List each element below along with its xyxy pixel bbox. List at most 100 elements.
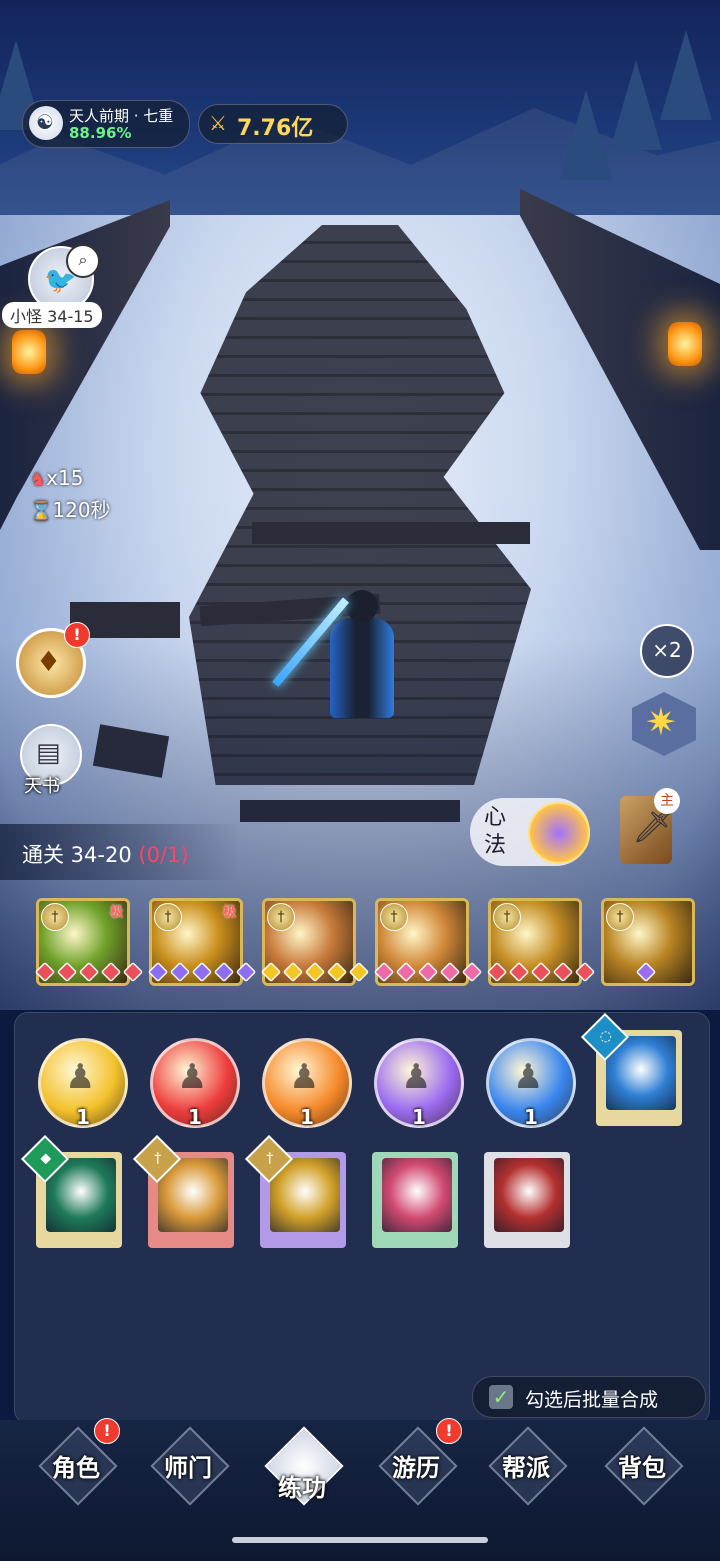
notification-badge: ! (94, 1418, 120, 1444)
xinfa-button[interactable]: 心法 (470, 798, 590, 866)
batch-merge-toggle[interactable]: ✓ 勾选后批量合成 (472, 1376, 706, 1418)
main-tag: 主 (654, 788, 680, 814)
gem-icon (304, 961, 326, 983)
figure-silhouette-icon: ♟ (289, 1057, 320, 1097)
main-weapon-slot[interactable]: 🗡 主 (620, 788, 680, 864)
skill-scroll[interactable] (484, 1152, 570, 1248)
meditation-icon (528, 802, 590, 864)
star-icon: ✷ (645, 700, 677, 744)
gem-icon (552, 961, 574, 983)
tianshu-label: 天书 (24, 776, 60, 797)
pine-tree (560, 90, 612, 180)
skill-scroll[interactable]: ◆ (20, 1134, 122, 1248)
timer: ⌛120秒 (30, 494, 111, 523)
search-icon: ⌕ (66, 244, 100, 278)
skill-scroll[interactable]: † (244, 1134, 346, 1248)
star-gems (34, 961, 144, 983)
monster-count: x15 (46, 466, 84, 490)
orb-count: 1 (412, 1105, 426, 1129)
sword-emblem-icon: † (606, 903, 634, 931)
tab-2[interactable]: 练功 (252, 1426, 352, 1518)
essence-orb[interactable]: ♟ 1 (150, 1038, 240, 1129)
tab-3[interactable]: 游历 (366, 1426, 466, 1518)
star-gems (373, 961, 483, 983)
skill-scroll[interactable]: ◌ (580, 1012, 682, 1126)
notification-badge: ! (64, 622, 90, 648)
orb-count: 1 (188, 1105, 202, 1129)
scroll-art (494, 1158, 564, 1232)
max-level-tag: 极 (222, 905, 236, 920)
tab-label: 练功 (278, 1474, 326, 1502)
sage-icon: ☯ (36, 110, 54, 134)
essence-orb[interactable]: ♟ 1 (262, 1038, 352, 1129)
stage-label: 小怪 34-15 (2, 302, 102, 328)
notification-badge: ! (436, 1418, 462, 1444)
home-indicator[interactable] (232, 1537, 488, 1543)
pine-tree (610, 60, 662, 150)
gem-icon (395, 961, 417, 983)
tab-1[interactable]: 师门 (138, 1426, 238, 1518)
figure-silhouette-icon: ♟ (401, 1057, 432, 1097)
tab-5[interactable]: 背包 (592, 1426, 692, 1518)
money-bag-icon: ♦ (36, 645, 62, 678)
orb-count: 1 (76, 1105, 90, 1129)
stage-progress: 通关 34-20 (0/1) (0, 824, 240, 880)
skill-scroll[interactable]: † (132, 1134, 234, 1248)
batch-merge-label: 勾选后批量合成 (525, 1389, 659, 1411)
gem-icon (282, 961, 304, 983)
gem-icon (100, 961, 122, 983)
realm-progress: 88.96% (69, 124, 132, 142)
checkbox-icon[interactable]: ✓ (489, 1385, 513, 1409)
gem-icon (34, 961, 56, 983)
tab-4[interactable]: 帮派 (476, 1426, 576, 1518)
essence-orb[interactable]: ♟ 1 (374, 1038, 464, 1129)
skill-scroll[interactable] (372, 1152, 458, 1248)
star-gems (260, 961, 370, 983)
player-character (272, 590, 402, 740)
gem-icon (326, 961, 348, 983)
progress-count: (0/1) (138, 843, 189, 867)
orb-count: 1 (300, 1105, 314, 1129)
gem-icon (530, 961, 552, 983)
gem-icon (56, 961, 78, 983)
figure-silhouette-icon: ♟ (513, 1057, 544, 1097)
gem-icon (417, 961, 439, 983)
avatar: ☯ (29, 106, 63, 140)
tab-0[interactable]: 角色 (26, 1426, 126, 1518)
character-head (346, 590, 378, 622)
gem-icon (574, 961, 596, 983)
sword-emblem-icon: † (380, 903, 408, 931)
gem-icon (213, 961, 235, 983)
sword-emblem-icon: † (493, 903, 521, 931)
sword-emblem-icon: † (154, 903, 182, 931)
gem-icon (461, 961, 483, 983)
gem-icon (147, 961, 169, 983)
gem-icon (169, 961, 191, 983)
gem-icon (122, 961, 144, 983)
star-gems (635, 961, 657, 983)
orb-count: 1 (524, 1105, 538, 1129)
essence-orb[interactable]: ♟ 1 (38, 1038, 128, 1129)
gem-icon (260, 961, 282, 983)
demon-icon: ♞ (30, 469, 47, 490)
essence-orb[interactable]: ♟ 1 (486, 1038, 576, 1129)
crossed-swords-icon: ⚔ (209, 111, 227, 135)
tab-label: 师门 (164, 1454, 212, 1482)
speed-toggle-button[interactable]: ×2 (640, 624, 694, 678)
timer-value: 120秒 (52, 498, 111, 522)
gem-icon (439, 961, 461, 983)
progress-prefix: 通关 34-20 (22, 843, 132, 867)
gem-icon (78, 961, 100, 983)
gem-icon (508, 961, 530, 983)
gem-icon (486, 961, 508, 983)
realm-status[interactable]: ☯ 天人前期 · 七重 88.96% (22, 100, 190, 148)
character-body (330, 618, 394, 718)
tab-label: 帮派 (502, 1454, 550, 1482)
tab-label: 背包 (618, 1454, 666, 1482)
lantern-icon (12, 330, 46, 374)
figure-silhouette-icon: ♟ (65, 1057, 96, 1097)
xinfa-label: 心法 (484, 805, 507, 858)
combat-power[interactable]: ⚔ 7.76亿 (198, 104, 348, 144)
gem-icon (635, 961, 657, 983)
scroll-art (382, 1158, 452, 1232)
